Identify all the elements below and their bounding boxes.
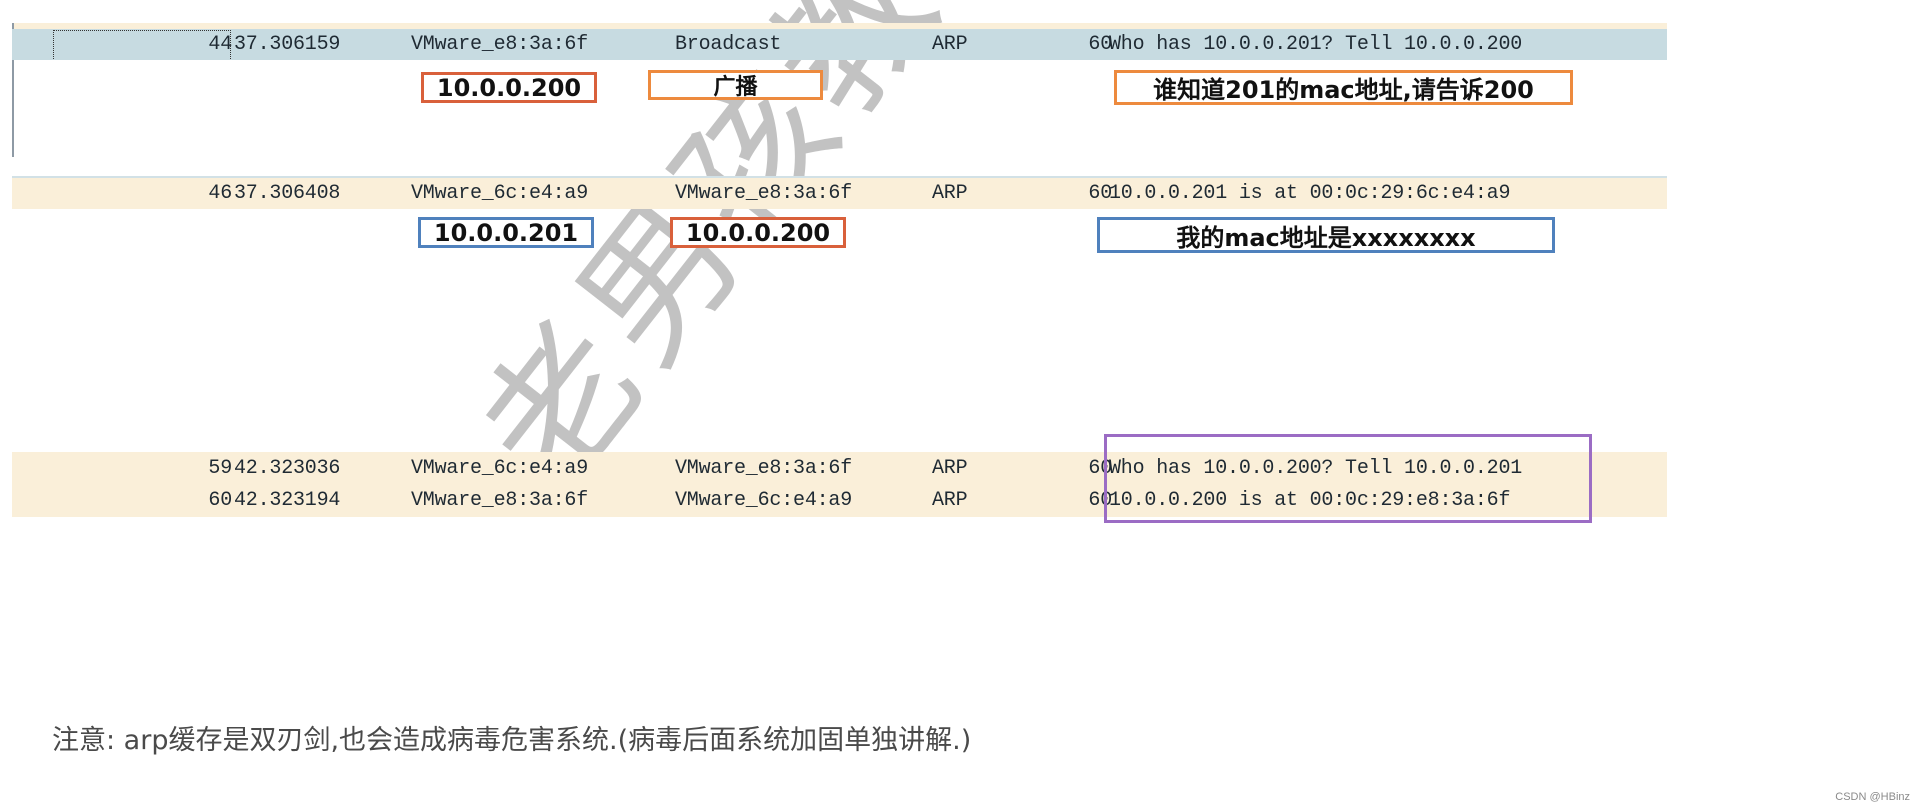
packet-number: 60 bbox=[208, 489, 232, 512]
focus-indicator bbox=[53, 30, 231, 59]
packet-protocol: ARP bbox=[932, 33, 968, 56]
packet-number: 46 bbox=[208, 182, 232, 205]
packet-source: VMware_e8:3a:6f bbox=[411, 489, 589, 512]
annotation-source-ip: 10.0.0.200 bbox=[421, 72, 597, 103]
annotation-arp-reply: 我的mac地址是xxxxxxxx bbox=[1097, 217, 1555, 253]
packet-protocol: ARP bbox=[932, 489, 968, 512]
packet-number: 59 bbox=[208, 457, 232, 480]
packet-time: 42.323036 bbox=[234, 457, 341, 480]
credit-label: CSDN @HBinz bbox=[1835, 791, 1910, 803]
packet-destination: VMware_e8:3a:6f bbox=[675, 182, 853, 205]
packet-source: VMware_e8:3a:6f bbox=[411, 33, 589, 56]
packet-destination: Broadcast bbox=[675, 33, 782, 56]
packet-info: Who has 10.0.0.201? Tell 10.0.0.200 bbox=[1109, 33, 1523, 56]
packet-time: 37.306159 bbox=[234, 33, 341, 56]
packet-length: 60 bbox=[1088, 33, 1112, 56]
annotation-broadcast: 广播 bbox=[648, 70, 823, 100]
annotation-destination-ip: 10.0.0.200 bbox=[670, 217, 846, 248]
packet-row-44[interactable]: 44 37.306159 VMware_e8:3a:6f Broadcast A… bbox=[12, 29, 1667, 60]
packet-destination: VMware_e8:3a:6f bbox=[675, 457, 853, 480]
packet-source: VMware_6c:e4:a9 bbox=[411, 457, 589, 480]
packet-time: 42.323194 bbox=[234, 489, 341, 512]
packet-row-46[interactable]: 46 37.306408 VMware_6c:e4:a9 VMware_e8:3… bbox=[12, 178, 1667, 209]
packet-protocol: ARP bbox=[932, 457, 968, 480]
annotation-arp-request: 谁知道201的mac地址,请告诉200 bbox=[1114, 70, 1573, 105]
packet-protocol: ARP bbox=[932, 182, 968, 205]
packet-time: 37.306408 bbox=[234, 182, 341, 205]
highlight-box-arp-exchange bbox=[1104, 434, 1592, 523]
annotation-source-ip: 10.0.0.201 bbox=[418, 217, 594, 248]
packet-destination: VMware_6c:e4:a9 bbox=[675, 489, 853, 512]
packet-source: VMware_6c:e4:a9 bbox=[411, 182, 589, 205]
packet-info: 10.0.0.201 is at 00:0c:29:6c:e4:a9 bbox=[1109, 182, 1511, 205]
packet-length: 60 bbox=[1088, 182, 1112, 205]
footer-note: 注意: arp缓存是双刃剑,也会造成病毒危害系统.(病毒后面系统加固单独讲解.) bbox=[52, 725, 972, 756]
